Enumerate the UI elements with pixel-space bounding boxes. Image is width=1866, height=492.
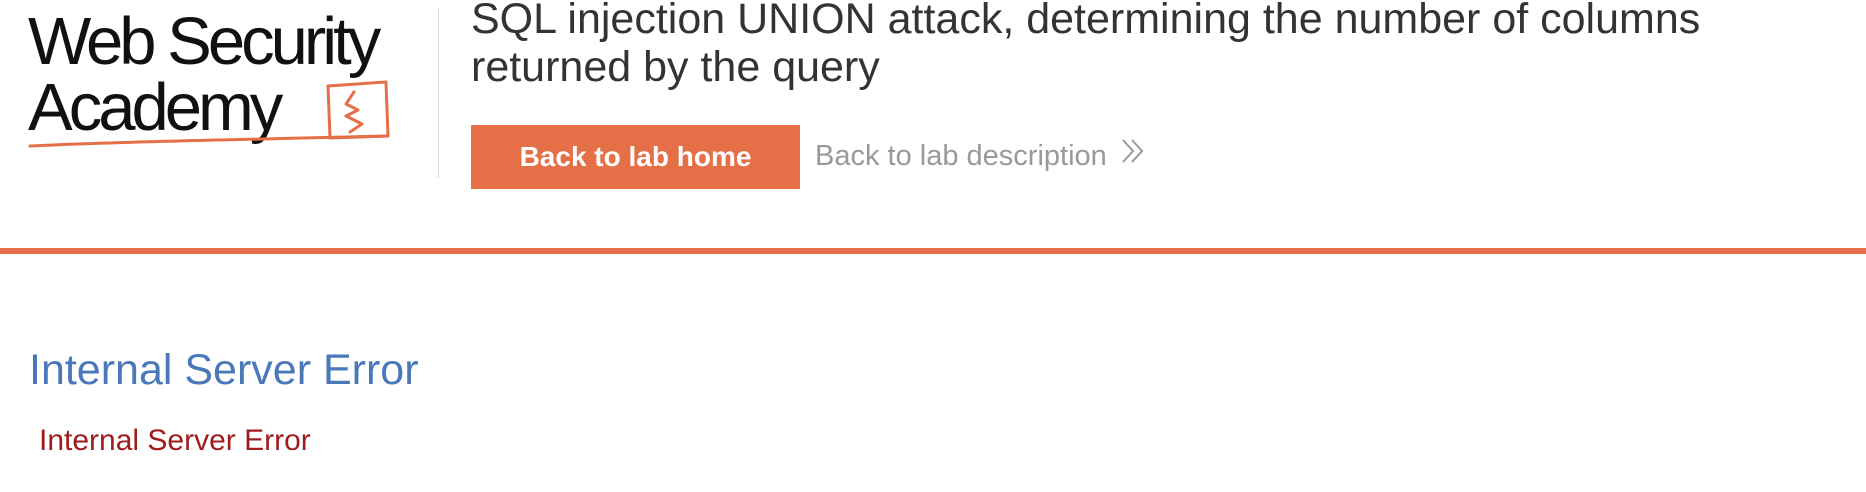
logo-line-1: Web Security xyxy=(28,4,381,79)
back-to-lab-description-link[interactable]: Back to lab description xyxy=(815,138,1145,174)
web-security-academy-logo[interactable]: Web Security Academy xyxy=(28,4,438,154)
error-heading: Internal Server Error xyxy=(29,346,419,394)
double-chevron-right-icon xyxy=(1121,137,1145,173)
lab-header: Web Security Academy SQL injection UNION… xyxy=(0,0,1866,254)
back-to-lab-description-label: Back to lab description xyxy=(815,140,1107,172)
academy-logo-mark-icon xyxy=(28,80,390,148)
header-divider xyxy=(438,8,439,178)
error-message: Internal Server Error xyxy=(39,424,311,457)
back-to-lab-home-button[interactable]: Back to lab home xyxy=(471,125,800,189)
lab-title: SQL injection UNION attack, determining … xyxy=(471,0,1701,91)
